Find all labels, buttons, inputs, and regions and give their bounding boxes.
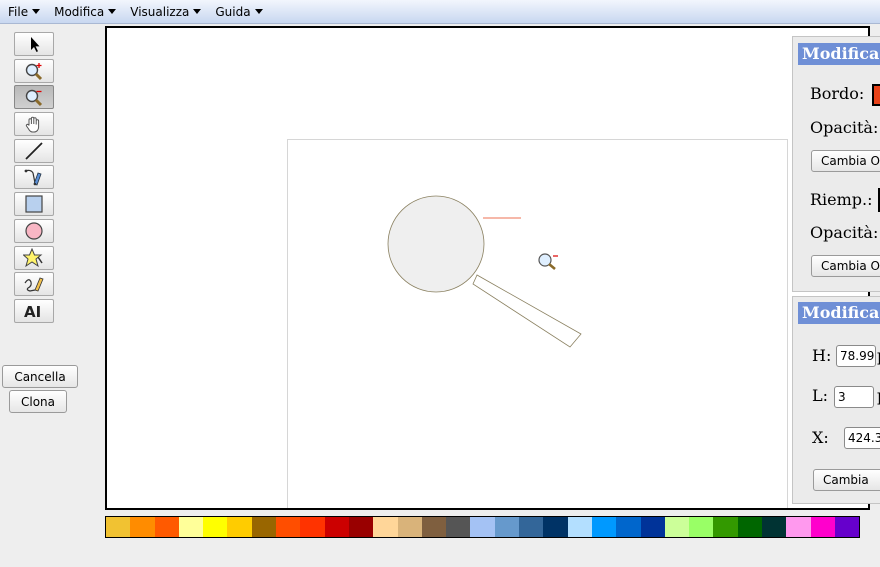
palette-swatch[interactable] [737, 517, 763, 537]
palette-swatch[interactable] [519, 517, 544, 537]
text-tool-glyph: AI [24, 303, 41, 321]
ellipse-shape[interactable] [387, 195, 485, 293]
select-tool[interactable] [14, 32, 54, 56]
width-field[interactable]: 3 [834, 386, 874, 408]
line-icon [25, 142, 43, 160]
palette-swatch[interactable] [664, 517, 690, 537]
border-opacity-change-button[interactable]: Cambia O [811, 150, 880, 172]
menu-modifica-label: Modifica [54, 4, 105, 19]
zoom-out-tool[interactable] [14, 85, 54, 110]
palette-swatch[interactable] [178, 517, 204, 537]
geometry-panel-title: Modifica [798, 302, 880, 324]
palette-swatch[interactable] [130, 517, 155, 537]
pen-tool[interactable] [14, 165, 54, 190]
palette-swatch[interactable] [834, 517, 860, 537]
palette-swatch[interactable] [713, 517, 738, 537]
zoom-in-tool[interactable] [14, 58, 54, 83]
clone-button[interactable]: Clona [9, 390, 67, 413]
chevron-down-icon [254, 9, 263, 14]
palette-swatch[interactable] [348, 517, 374, 537]
text-icon: AI [24, 303, 41, 321]
rectangle-shape[interactable] [472, 274, 582, 348]
palette-swatch[interactable] [689, 517, 714, 537]
geometry-panel: Modifica H: 78.99 p L: 3 p X: 424.3 Camb… [792, 296, 880, 504]
palette-swatch[interactable] [494, 517, 520, 537]
rectangle-icon [25, 195, 43, 213]
height-field[interactable]: 78.99 [836, 345, 876, 367]
rectangle-tool[interactable] [14, 192, 54, 217]
border-opacity-label: Opacità: [810, 118, 879, 137]
tool-palette: AI [14, 32, 54, 326]
menu-visualizza-label: Visualizza [130, 4, 190, 19]
ellipse-icon [25, 222, 43, 240]
fill-opacity-label: Opacità: [810, 223, 879, 242]
freehand-icon [24, 277, 44, 292]
palette-swatch[interactable] [203, 517, 228, 537]
drawing-canvas[interactable] [105, 26, 870, 510]
palette-swatch[interactable] [640, 517, 665, 537]
fill-opacity-change-button[interactable]: Cambia O [811, 255, 880, 277]
zoom-out-cursor-icon [538, 253, 558, 270]
fill-label: Riemp.: [810, 190, 873, 209]
palette-swatch[interactable] [227, 517, 252, 537]
zoom-out-icon [25, 90, 43, 107]
palette-swatch[interactable] [786, 517, 811, 537]
chevron-down-icon [32, 9, 41, 14]
palette-swatch[interactable] [106, 517, 131, 537]
menu-file[interactable]: File [8, 4, 41, 19]
delete-button[interactable]: Cancella [2, 365, 78, 388]
border-color-swatch[interactable] [872, 84, 880, 106]
palette-swatch[interactable] [567, 517, 592, 537]
freehand-tool[interactable] [14, 272, 54, 297]
palette-swatch[interactable] [276, 517, 301, 537]
pan-tool[interactable] [14, 112, 54, 137]
menu-modifica[interactable]: Modifica [54, 4, 117, 19]
star-icon [23, 247, 43, 267]
hand-icon [25, 116, 40, 133]
menu-guida[interactable]: Guida [215, 4, 263, 19]
chevron-down-icon [193, 9, 202, 14]
pen-icon [24, 170, 42, 186]
menu-visualizza[interactable]: Visualizza [130, 4, 202, 19]
palette-swatch[interactable] [591, 517, 617, 537]
x-field[interactable]: 424.3 [844, 427, 880, 449]
menu-guida-label: Guida [215, 4, 251, 19]
x-label: X: [812, 428, 829, 447]
palette-swatch[interactable] [324, 517, 349, 537]
line-tool[interactable] [14, 138, 54, 163]
star-tool[interactable] [14, 245, 54, 270]
border-label: Bordo: [810, 84, 865, 103]
apply-geometry-button[interactable]: Cambia [813, 469, 880, 491]
arrow-pointer-icon [31, 37, 40, 52]
drawing-layer [387, 195, 582, 348]
palette-swatch[interactable] [616, 517, 641, 537]
palette-swatch[interactable] [543, 517, 568, 537]
palette-swatch[interactable] [446, 517, 471, 537]
palette-swatch[interactable] [810, 517, 835, 537]
menu-bar: File Modifica Visualizza Guida [0, 0, 880, 24]
palette-swatch[interactable] [421, 517, 447, 537]
chevron-down-icon [108, 9, 117, 14]
ellipse-tool[interactable] [14, 218, 54, 243]
height-label: H: [812, 346, 832, 365]
palette-swatch[interactable] [470, 517, 495, 537]
text-tool[interactable]: AI [14, 298, 54, 323]
palette-swatch[interactable] [373, 517, 398, 537]
style-panel-title: Modifica [798, 43, 880, 65]
palette-swatch[interactable] [154, 517, 179, 537]
palette-swatch[interactable] [762, 517, 787, 537]
width-label: L: [812, 386, 829, 405]
zoom-in-icon [25, 62, 43, 80]
menu-file-label: File [8, 4, 29, 19]
palette-swatch[interactable] [300, 517, 325, 537]
palette-swatch[interactable] [251, 517, 277, 537]
palette-swatch[interactable] [397, 517, 422, 537]
style-panel: Modifica Bordo: Opacità: Cambia O Riemp.… [792, 36, 880, 292]
color-palette [105, 516, 861, 538]
